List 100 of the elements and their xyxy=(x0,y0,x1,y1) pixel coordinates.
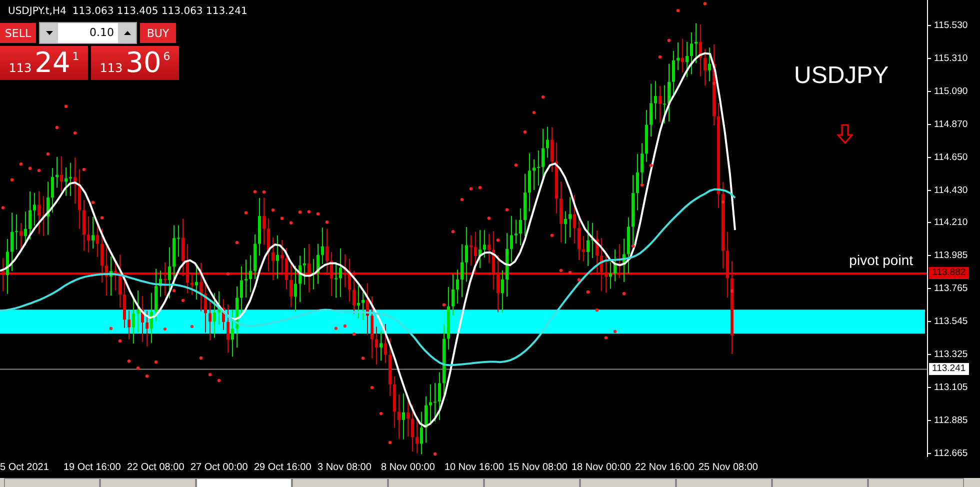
candle xyxy=(154,268,158,322)
candle xyxy=(164,262,166,296)
candle xyxy=(168,246,171,299)
candle xyxy=(681,38,684,74)
candle xyxy=(226,304,230,354)
candle xyxy=(614,248,616,282)
chart-title: USDJPY xyxy=(794,62,889,90)
candle xyxy=(699,24,702,77)
increase-button[interactable] xyxy=(118,23,136,43)
candle xyxy=(506,232,508,298)
candle xyxy=(501,270,504,313)
decrease-button[interactable] xyxy=(40,23,58,43)
candle xyxy=(384,324,387,364)
chart-tab[interactable] xyxy=(292,478,388,487)
candle xyxy=(546,126,549,158)
candle xyxy=(60,156,63,192)
candle xyxy=(609,262,612,290)
sell-button[interactable]: SELL xyxy=(0,23,36,43)
candle xyxy=(402,392,405,440)
candle xyxy=(132,297,135,344)
time-tick: 10 Nov 16:00 xyxy=(444,462,504,473)
candle xyxy=(20,222,22,251)
chart-tab[interactable] xyxy=(388,478,484,487)
buy-button[interactable]: BUY xyxy=(140,23,176,43)
candle xyxy=(596,230,598,276)
chart-tab[interactable] xyxy=(4,478,100,487)
candle xyxy=(465,226,468,282)
candle xyxy=(200,262,202,312)
candle xyxy=(573,194,576,244)
candle xyxy=(474,231,477,273)
candle xyxy=(38,190,40,234)
candle xyxy=(150,292,153,344)
candle xyxy=(236,286,238,348)
candle xyxy=(654,80,657,120)
candle xyxy=(591,222,594,258)
candle xyxy=(370,296,374,359)
candle xyxy=(668,63,670,122)
candle xyxy=(100,228,104,284)
candle xyxy=(560,181,562,243)
candle xyxy=(2,258,4,292)
candle xyxy=(344,254,346,288)
candle xyxy=(645,110,648,162)
candle xyxy=(249,254,252,293)
candle xyxy=(321,227,324,265)
candle xyxy=(46,181,50,236)
price-tick: 114.650 xyxy=(934,152,968,163)
candle xyxy=(406,400,410,437)
candle xyxy=(285,248,288,290)
price-tick: 113.105 xyxy=(934,382,968,393)
chart-tab[interactable] xyxy=(580,478,676,487)
candle xyxy=(348,258,351,302)
candle xyxy=(438,372,441,421)
candle xyxy=(398,394,400,440)
candle xyxy=(429,384,432,424)
candle xyxy=(388,338,392,397)
candle xyxy=(708,47,711,82)
lot-size-spinner[interactable]: 0.10 xyxy=(39,22,137,44)
down-arrow-icon xyxy=(837,124,853,144)
time-tick: 5 Oct 2021 xyxy=(0,462,49,473)
caret-up-icon xyxy=(124,31,130,35)
candle xyxy=(447,286,450,350)
candle xyxy=(528,152,531,212)
candle xyxy=(514,219,518,244)
chart-tab[interactable] xyxy=(868,478,964,487)
pivot-point-label: pivot point xyxy=(849,252,913,268)
candle xyxy=(663,84,666,124)
candle xyxy=(600,238,603,292)
candle xyxy=(650,83,652,137)
candle xyxy=(258,198,261,256)
candle xyxy=(694,22,698,64)
chart-tab[interactable] xyxy=(196,478,292,487)
candle xyxy=(496,254,500,313)
chart-tab[interactable] xyxy=(772,478,868,487)
candle xyxy=(298,255,302,303)
candle xyxy=(42,196,45,236)
candle xyxy=(550,126,554,172)
candle xyxy=(524,173,526,237)
candle xyxy=(105,246,108,296)
candle xyxy=(294,265,297,312)
candle xyxy=(82,200,86,252)
candle xyxy=(686,41,688,78)
candle xyxy=(704,48,706,86)
candle xyxy=(393,376,396,428)
chart-tab[interactable] xyxy=(676,478,772,487)
candle xyxy=(460,244,464,298)
candle xyxy=(326,228,328,276)
time-tick: 22 Nov 16:00 xyxy=(635,462,694,473)
price-tick: 113.985 xyxy=(934,250,968,262)
chart-tab[interactable] xyxy=(100,478,196,487)
lot-input-field[interactable]: 0.10 xyxy=(58,23,118,43)
candle xyxy=(586,220,590,266)
candle xyxy=(141,296,144,342)
candle xyxy=(618,244,621,279)
candle xyxy=(519,208,522,246)
candle xyxy=(213,292,216,338)
chart-tab[interactable] xyxy=(484,478,580,487)
candle xyxy=(240,266,243,318)
candle xyxy=(190,274,194,296)
candle xyxy=(136,290,140,333)
price-tick: 112.665 xyxy=(934,448,968,459)
